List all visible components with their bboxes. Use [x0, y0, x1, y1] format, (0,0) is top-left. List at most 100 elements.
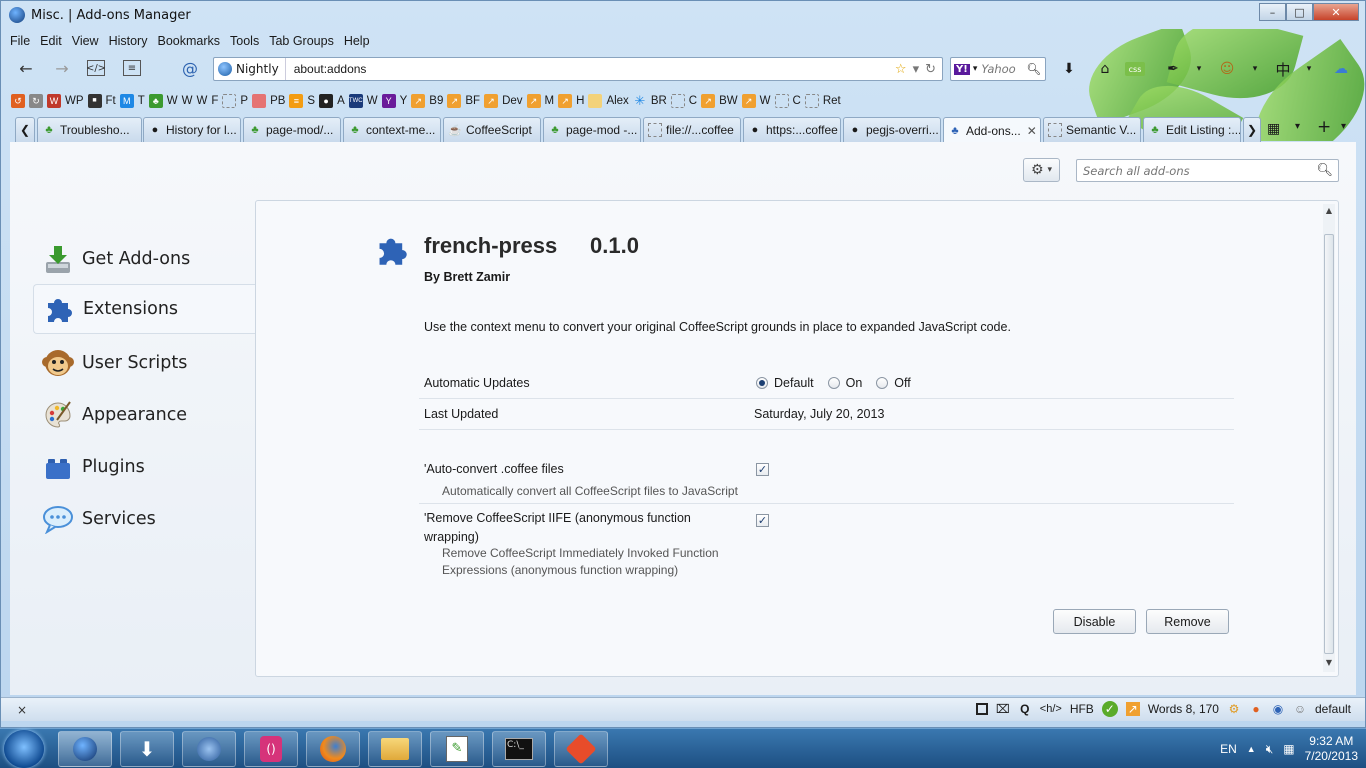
taskbar-thunderbird[interactable] — [182, 731, 236, 767]
tool-icon[interactable]: ✒ — [1163, 59, 1183, 79]
bookmark-item[interactable]: Ret — [823, 95, 841, 107]
bookmark-item[interactable]: Ft — [106, 95, 116, 107]
tray-expand-icon[interactable]: ▲ — [1247, 744, 1256, 754]
bookmark-item[interactable]: WP — [65, 95, 84, 107]
downloads-icon[interactable]: ⬇ — [1059, 59, 1079, 79]
bookmark-item[interactable]: W — [197, 95, 208, 107]
close-window-button[interactable]: ✕ — [1313, 3, 1359, 21]
spiral-addon-button[interactable]: @ — [179, 57, 201, 79]
frame-icon[interactable] — [975, 703, 988, 715]
bookmark-icon[interactable] — [804, 94, 819, 108]
radio-button[interactable] — [876, 377, 889, 389]
bookmark-item[interactable]: W — [167, 95, 178, 107]
scroll-tabs-right-button[interactable]: ❯ — [1243, 117, 1261, 142]
tools-gear-button[interactable]: ⚙ ▾ — [1023, 158, 1060, 182]
category-extensions[interactable]: Extensions — [33, 284, 255, 334]
yahoo-engine-icon[interactable]: Y! — [954, 63, 970, 75]
x-tool-icon[interactable]: ⌧ — [996, 701, 1010, 717]
forward-button[interactable]: → — [51, 57, 73, 79]
category-appearance[interactable]: Appearance — [33, 390, 255, 440]
bookmark-item[interactable]: P — [240, 95, 248, 107]
dropdown-arrow-icon[interactable]: ▾ — [913, 62, 920, 77]
category-get-addons[interactable]: Get Add-ons — [33, 234, 255, 284]
bookmark-icon[interactable]: ↻ — [29, 94, 43, 108]
bookmark-icon[interactable] — [774, 94, 789, 108]
taskbar-explorer[interactable] — [368, 731, 422, 767]
language-indicator[interactable]: EN — [1220, 742, 1237, 756]
network-icon[interactable]: ▦ — [1283, 742, 1294, 756]
close-addon-bar-icon[interactable]: × — [17, 703, 27, 717]
rss-icon[interactable]: ↗ — [558, 94, 573, 108]
bookmark-item[interactable]: B9 — [429, 95, 443, 107]
menu-help[interactable]: Help — [339, 34, 375, 48]
radio-button-selected[interactable] — [756, 377, 768, 389]
radio-on[interactable]: On — [827, 376, 862, 390]
bookmark-item[interactable]: Y — [400, 95, 408, 107]
greasemonkey-icon[interactable]: ☺ — [1217, 59, 1237, 79]
menu-bookmarks[interactable]: Bookmarks — [152, 34, 225, 48]
maximize-button[interactable]: □ — [1286, 3, 1313, 21]
all-tabs-dropdown-icon[interactable]: ▾ — [1295, 121, 1300, 132]
bookmark-icon[interactable]: ↺ — [11, 94, 25, 108]
menu-history[interactable]: History — [104, 34, 153, 48]
bookmark-icon[interactable]: W — [47, 94, 61, 108]
bookmark-item[interactable]: M — [545, 95, 555, 107]
search-addons-input[interactable] — [1083, 163, 1313, 178]
tab-list-dropdown-icon[interactable]: ▾ — [1341, 121, 1346, 132]
bookmark-star-icon[interactable]: ☆ — [895, 62, 907, 77]
chat-icon[interactable]: ☁ — [1331, 59, 1351, 79]
user-icon[interactable]: ☺ — [1293, 701, 1307, 717]
tab-troubleshooting[interactable]: ♣ Troublesho... — [37, 117, 142, 142]
tab-addons-manager[interactable]: ♣ Add-ons... ✕ — [943, 117, 1041, 143]
web-search-bar[interactable]: Y! ▾ Yahoo 🔍︎ — [950, 57, 1046, 81]
search-icon[interactable]: 🔍︎ — [1026, 62, 1041, 76]
taskbar-editor[interactable]: ✎ — [430, 731, 484, 767]
reload-icon[interactable]: ↻ — [925, 62, 936, 77]
bookmark-icon[interactable] — [252, 94, 267, 108]
rss-icon[interactable]: ↗ — [526, 94, 541, 108]
bookmark-item[interactable]: PB — [270, 95, 285, 107]
tool-dropdown-icon[interactable]: ▾ — [1189, 59, 1209, 79]
menu-edit[interactable]: Edit — [35, 34, 67, 48]
rss-icon[interactable]: ↗ — [741, 94, 756, 108]
tab-file-coffee[interactable]: file://...coffee — [643, 117, 741, 142]
css-icon[interactable]: css — [1125, 62, 1145, 76]
rss-icon[interactable]: ↗ — [484, 94, 499, 108]
menu-view[interactable]: View — [67, 34, 104, 48]
hbar-icon[interactable]: <h/> — [1040, 701, 1062, 717]
search-addons-field[interactable]: 🔍︎ — [1076, 159, 1339, 182]
url-bar[interactable]: Nightly about:addons ☆ ▾ ↻ — [213, 57, 943, 81]
bookmark-icon[interactable] — [222, 94, 237, 108]
taskbar-git[interactable] — [554, 731, 608, 767]
notification-icon[interactable]: ● — [1249, 701, 1263, 717]
bookmark-item[interactable]: C — [793, 95, 801, 107]
search-icon[interactable]: 🔍︎ — [1316, 163, 1333, 178]
profile-label[interactable]: default — [1315, 702, 1351, 716]
bookmark-icon[interactable]: ≡ — [289, 94, 304, 108]
scroll-up-icon[interactable]: ▲ — [1323, 206, 1335, 218]
tab-coffeescript[interactable]: ☕ CoffeeScript — [443, 117, 541, 142]
chinese-dropdown-icon[interactable]: ▾ — [1299, 59, 1319, 79]
bookmark-item[interactable]: C — [689, 95, 697, 107]
rss-icon[interactable]: ↗ — [411, 94, 426, 108]
bookmark-item[interactable]: W — [760, 95, 771, 107]
close-tab-icon[interactable]: ✕ — [1027, 124, 1037, 138]
hfb-label[interactable]: HFB — [1070, 702, 1094, 716]
radio-button[interactable] — [827, 377, 840, 389]
remove-button[interactable]: Remove — [1146, 609, 1229, 634]
bookmark-icon[interactable]: M — [119, 94, 134, 108]
snowflake-icon[interactable]: ✳ — [633, 94, 647, 108]
scrollbar-thumb[interactable] — [1324, 234, 1334, 654]
bookmark-icon[interactable]: TWC — [348, 94, 363, 108]
tab-context-menu[interactable]: ♣ context-me... — [343, 117, 441, 142]
detail-scrollbar[interactable]: ▲ ▼ — [1323, 204, 1335, 672]
site-identity[interactable]: Nightly — [214, 58, 286, 80]
pref-remove-iife-checkbox[interactable]: ✓ — [756, 514, 769, 527]
tab-semantic[interactable]: Semantic V... — [1043, 117, 1141, 142]
clock[interactable]: 9:32 AM 7/20/2013 — [1305, 734, 1358, 764]
bookmark-item[interactable]: A — [337, 95, 345, 107]
scroll-tabs-left-button[interactable]: ❮ — [15, 117, 35, 142]
tab-page-mod[interactable]: ♣ page-mod/... — [243, 117, 341, 142]
taskbar-app-pink[interactable]: () — [244, 731, 298, 767]
bookmark-item[interactable]: W — [182, 95, 193, 107]
